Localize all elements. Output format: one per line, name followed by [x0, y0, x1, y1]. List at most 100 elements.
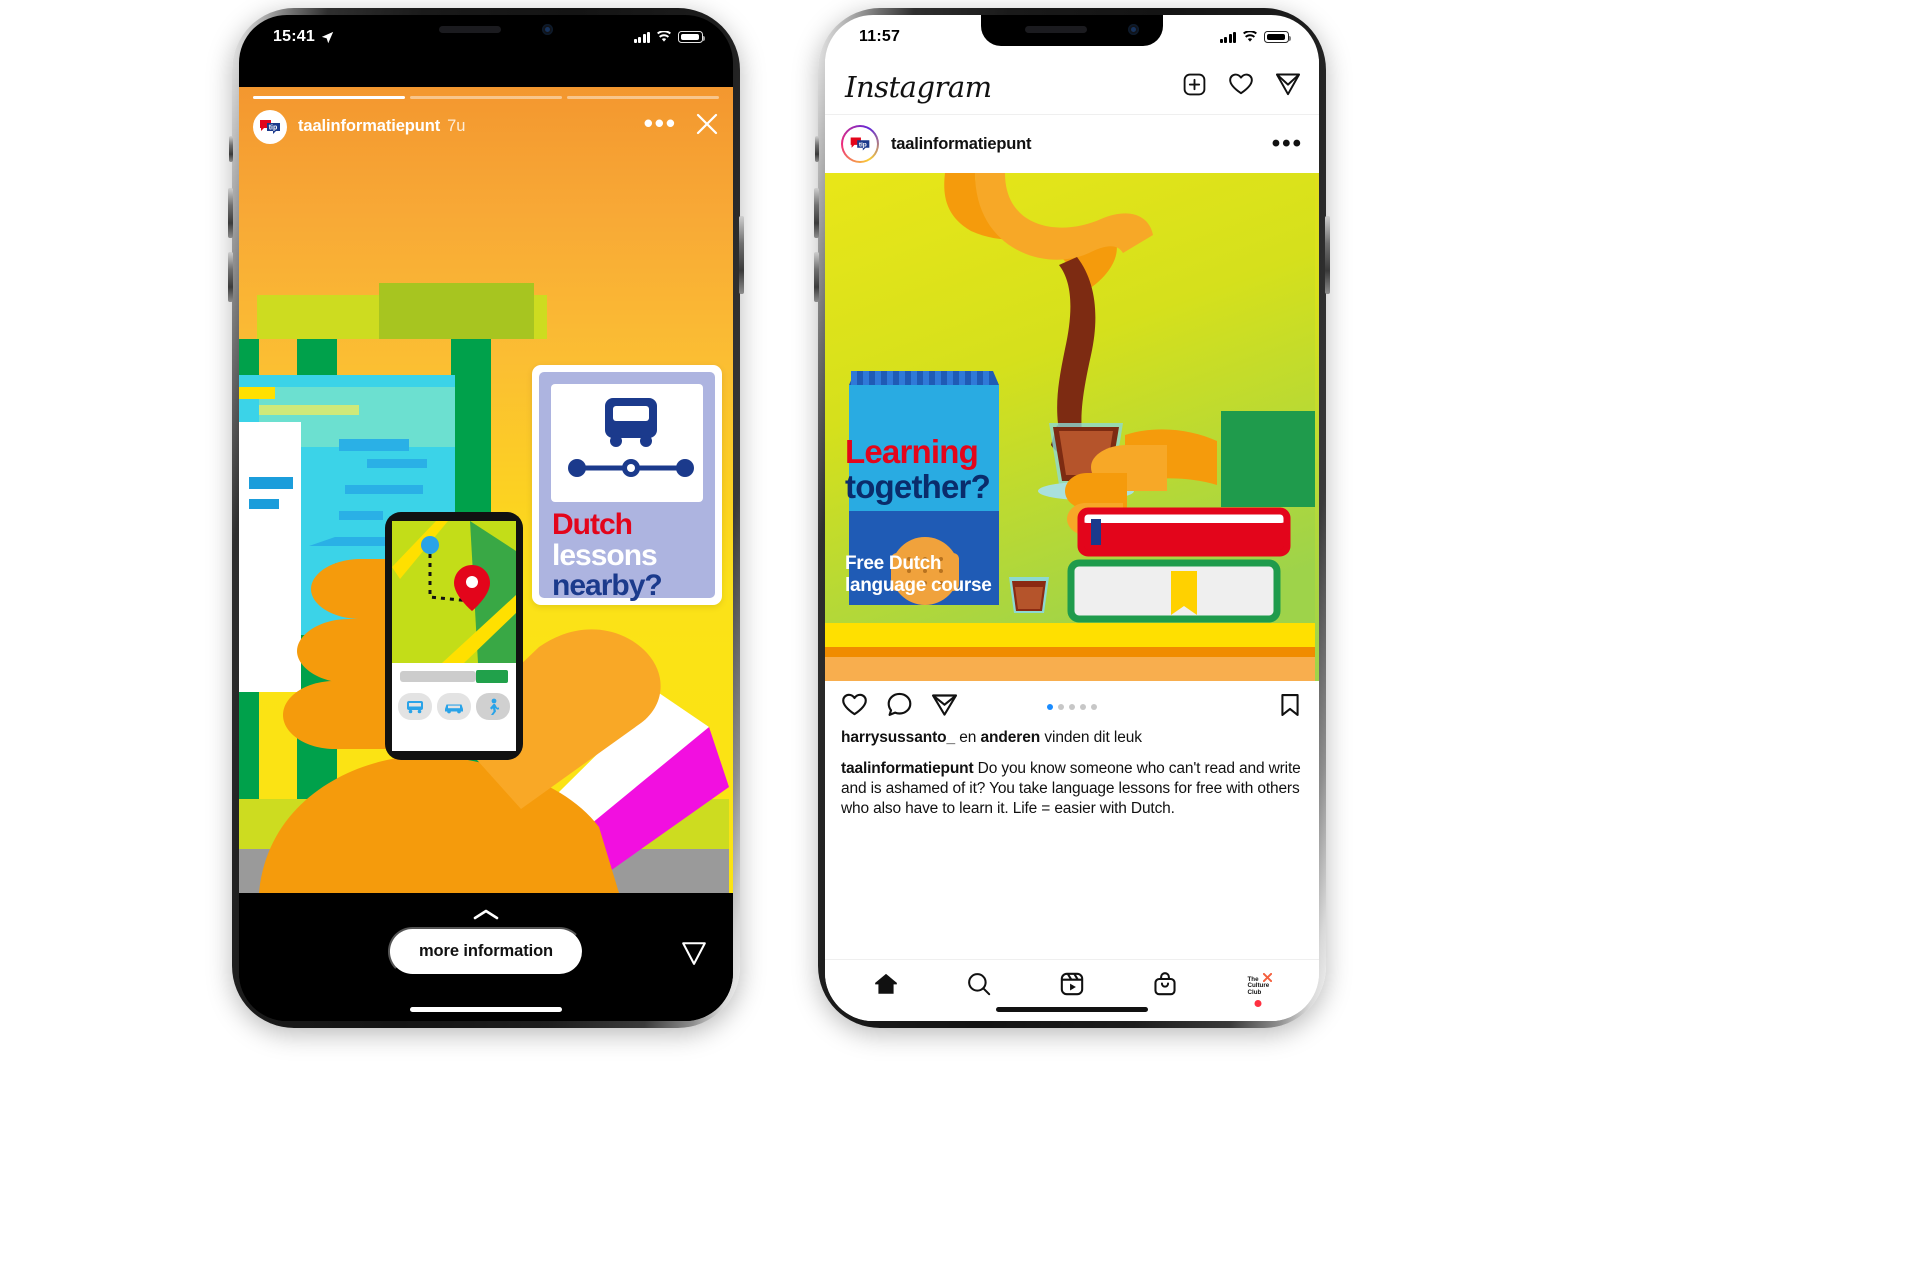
post-illustration	[825, 173, 1315, 681]
story-username[interactable]: taalinformatiepunt	[298, 117, 440, 136]
direct-message-icon[interactable]	[1275, 71, 1301, 102]
post-avatar[interactable]: tip	[841, 125, 879, 163]
feed-phone-bezel: 11:57 Instagram tip taalinformatiepunt •…	[825, 15, 1319, 1021]
story-progress-segment[interactable]	[567, 96, 719, 99]
tip-logo-icon: tip	[255, 111, 285, 142]
instagram-app-header: Instagram	[825, 59, 1319, 115]
ellipsis-icon[interactable]: •••	[1272, 132, 1303, 156]
mute-switch[interactable]	[229, 136, 233, 162]
send-icon-glyph	[682, 942, 706, 965]
ellipsis-icon[interactable]: •••	[644, 110, 677, 136]
post-headline-line1: Learning	[845, 433, 979, 470]
carousel-dot[interactable]	[1091, 704, 1097, 710]
story-progress-segment[interactable]	[410, 96, 562, 99]
story-avatar[interactable]: tip	[253, 109, 287, 144]
comment-bubble-icon[interactable]	[886, 691, 913, 723]
post-headline-line2: together?	[845, 467, 991, 505]
avatar-inner: tip	[843, 127, 877, 161]
post-caption: taalinformatiepunt Do you know someone w…	[841, 759, 1303, 819]
feed-screen: 11:57 Instagram tip taalinformatiepunt •…	[825, 15, 1319, 1021]
notch	[981, 15, 1163, 46]
power-button[interactable]	[1325, 216, 1330, 294]
svg-text:tip: tip	[269, 124, 278, 131]
new-post-icon[interactable]	[1182, 72, 1207, 102]
post-primary-actions	[841, 691, 958, 723]
story-media[interactable]: Dutch lessons nearby?	[239, 87, 733, 893]
likes-suffix-text: vinden dit leuk	[1040, 729, 1142, 746]
earpiece-speaker	[1025, 26, 1087, 33]
svg-text:tip: tip	[859, 141, 867, 148]
shop-bag-icon[interactable]	[1152, 971, 1178, 1002]
cellular-bars-icon	[1219, 31, 1236, 43]
likes-summary: harrysussanto_ en anderen vinden dit leu…	[841, 729, 1303, 747]
bus-route-icon	[568, 398, 694, 477]
x-mark-icon	[1263, 972, 1273, 982]
bookmark-icon[interactable]	[1277, 692, 1303, 723]
heart-glyph	[842, 693, 867, 716]
post-media[interactable]: Learning together? Free Dutch language c…	[825, 173, 1319, 681]
tip-logo-icon: tip	[846, 130, 874, 158]
story-phone-bezel: 15:41 Dutch lessons nearby? tip taalinfo…	[239, 15, 733, 1021]
post-username[interactable]: taalinformatiepunt	[891, 135, 1032, 154]
reels-icon[interactable]	[1059, 971, 1085, 1002]
transport-mode-tabs	[398, 693, 510, 720]
home-icon[interactable]	[873, 971, 899, 1002]
battery-icon	[1264, 31, 1291, 43]
carousel-pagination	[1047, 704, 1097, 710]
transport-tab-walk[interactable]	[476, 693, 510, 720]
post-header: tip taalinformatiepunt •••	[825, 115, 1319, 173]
more-information-button[interactable]: more information	[387, 927, 585, 976]
volume-up-button[interactable]	[814, 188, 819, 238]
likes-others[interactable]: anderen	[981, 729, 1041, 746]
volume-up-button[interactable]	[228, 188, 233, 238]
battery-icon	[678, 31, 705, 43]
map-search-field[interactable]	[400, 671, 476, 682]
dutch-lessons-sign: Dutch lessons nearby?	[532, 365, 722, 605]
comment-glyph	[887, 692, 912, 716]
new-post-glyph	[1183, 73, 1206, 95]
location-arrow-icon	[321, 31, 334, 43]
close-icon-glyph	[696, 113, 718, 135]
home-indicator[interactable]	[410, 1007, 562, 1012]
story-header: tip taalinformatiepunt 7u •••	[239, 87, 733, 153]
chevron-up-glyph	[473, 909, 499, 920]
story-timestamp: 7u	[447, 117, 466, 135]
chevron-up-icon[interactable]	[473, 907, 499, 925]
volume-down-button[interactable]	[814, 252, 819, 302]
status-time: 11:57	[859, 28, 901, 45]
activity-heart-icon[interactable]	[1228, 71, 1254, 102]
car-icon	[445, 704, 463, 713]
send-icon[interactable]	[931, 691, 958, 723]
likes-primary-user[interactable]: harrysussanto_	[841, 729, 955, 746]
map-go-button[interactable]	[476, 670, 508, 683]
home-indicator[interactable]	[996, 1007, 1148, 1012]
wifi-icon	[657, 31, 671, 42]
caption-author[interactable]: taalinformatiepunt	[841, 760, 974, 777]
search-icon[interactable]	[966, 971, 992, 1002]
carousel-dot[interactable]	[1058, 704, 1064, 710]
story-progress-bars	[253, 87, 719, 99]
cellular-bars-icon	[633, 31, 650, 43]
story-footer: more information	[239, 893, 733, 1021]
carousel-dot[interactable]	[1069, 704, 1075, 710]
earpiece-speaker	[439, 26, 501, 33]
post-subline-1: Free Dutch	[845, 553, 942, 574]
carousel-dot[interactable]	[1047, 704, 1053, 710]
power-button[interactable]	[739, 216, 744, 294]
profile-avatar[interactable]: The Culture Club	[1245, 972, 1273, 1007]
story-progress-segment[interactable]	[253, 96, 405, 99]
send-icon[interactable]	[681, 940, 707, 971]
instagram-logo[interactable]: Instagram	[845, 70, 992, 104]
volume-down-button[interactable]	[228, 252, 233, 302]
mute-switch[interactable]	[815, 136, 819, 162]
post-subline-block: Free Dutch language course	[845, 553, 992, 597]
transport-tab-bus[interactable]	[398, 693, 432, 720]
transport-tab-car[interactable]	[437, 693, 471, 720]
close-icon[interactable]	[695, 112, 719, 141]
avatar-line-3: Club	[1247, 988, 1262, 996]
status-time-group: 11:57	[859, 28, 900, 46]
origin-dot-icon	[421, 536, 439, 554]
heart-icon[interactable]	[841, 691, 868, 723]
send-glyph	[1275, 73, 1301, 96]
carousel-dot[interactable]	[1080, 704, 1086, 710]
